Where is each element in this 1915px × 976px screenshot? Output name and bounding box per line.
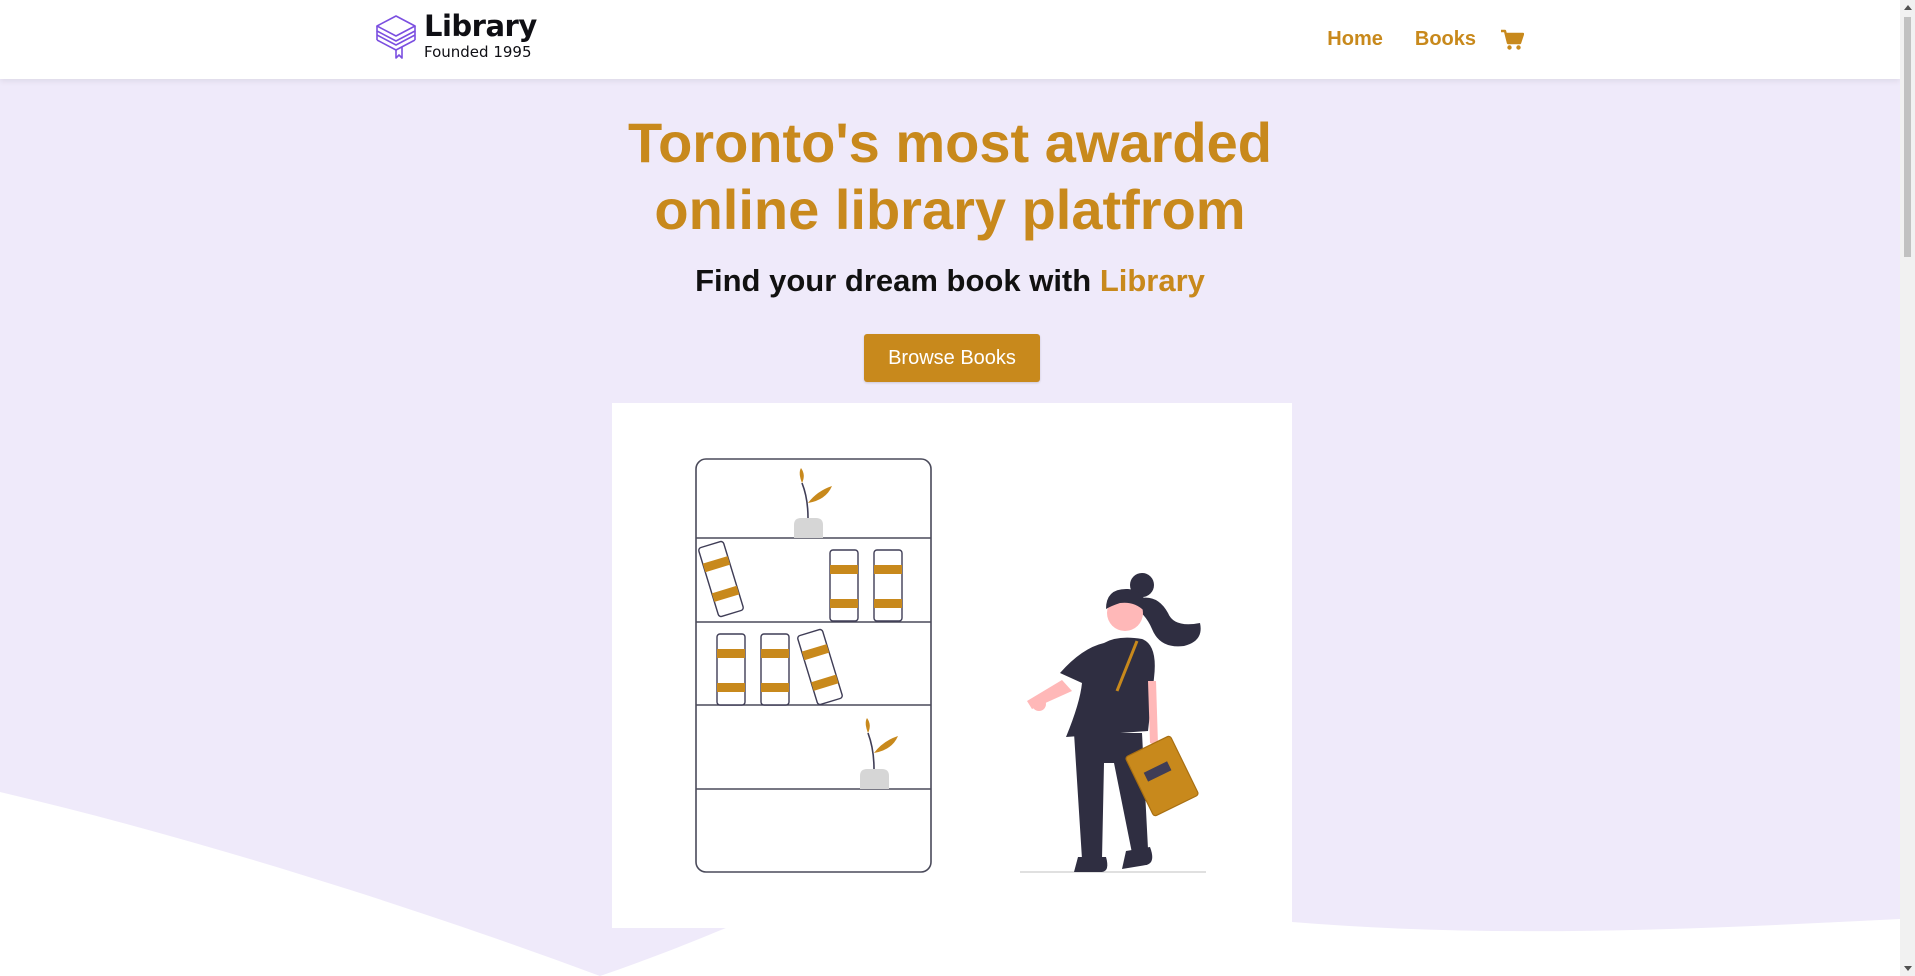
nav-link-home[interactable]: Home [1327, 28, 1383, 51]
bookshelf-reader-illustration [695, 458, 1206, 873]
scrollbar-thumb[interactable] [1904, 17, 1911, 257]
hero-title-line-1: Toronto's most awarded [628, 111, 1272, 174]
vertical-scrollbar[interactable] [1900, 0, 1915, 976]
hero-illustration [612, 403, 1292, 928]
books-row-1 [698, 540, 903, 622]
scroll-down-arrow-icon[interactable] [1900, 961, 1915, 976]
plant-bottom [860, 718, 898, 789]
brand-logo[interactable]: Library Founded 1995 [374, 10, 537, 62]
hero-title: Toronto's most awarded online library pl… [0, 109, 1900, 243]
page: Library Founded 1995 Home Books Toronto'… [0, 0, 1900, 976]
hero-subtitle-accent: Library [1099, 263, 1205, 298]
hero-title-line-2: online library platfrom [654, 178, 1246, 241]
browse-books-button[interactable]: Browse Books [864, 334, 1040, 382]
nav-link-books[interactable]: Books [1415, 28, 1476, 51]
books-stack-icon [376, 15, 416, 59]
scroll-up-arrow-icon[interactable] [1900, 0, 1915, 15]
hero-subtitle: Find your dream book with Library [0, 263, 1900, 299]
hero-subtitle-text: Find your dream book with [695, 263, 1100, 298]
woman-figure [1027, 573, 1201, 872]
nav-links: Home Books [1295, 0, 1524, 79]
shopping-cart-icon[interactable] [1500, 29, 1524, 51]
books-row-2 [716, 628, 843, 706]
brand-tagline: Founded 1995 [424, 43, 532, 61]
brand-name: Library [424, 9, 537, 43]
plant-top [794, 468, 832, 538]
navbar: Library Founded 1995 Home Books [0, 0, 1900, 79]
hero-section: Toronto's most awarded online library pl… [0, 79, 1900, 976]
